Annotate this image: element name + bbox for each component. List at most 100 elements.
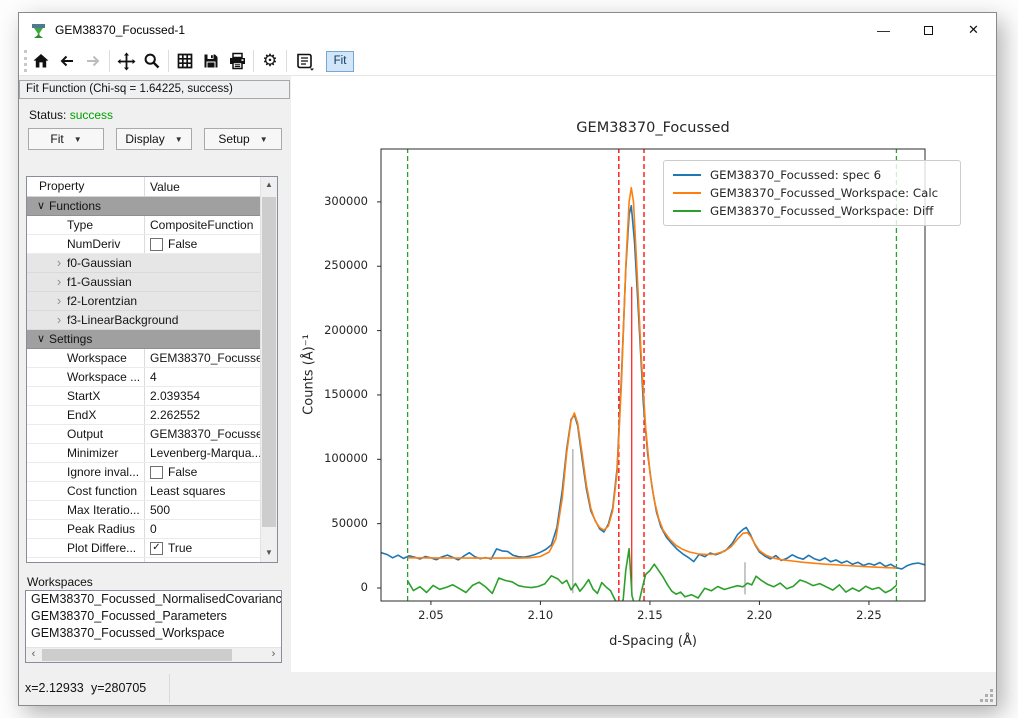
property-value[interactable]: 500: [144, 501, 260, 519]
property-value[interactable]: 2.262552: [144, 406, 260, 424]
scroll-right-icon[interactable]: ›: [266, 648, 281, 662]
forward-button[interactable]: [80, 49, 106, 73]
property-value-text: CompositeFunction: [150, 216, 253, 234]
status-bar: x=2.12933 y=280705: [19, 672, 996, 705]
property-row[interactable]: ∨Functions: [27, 197, 260, 216]
title-bar[interactable]: GEM38370_Focussed-1 — ✕: [19, 13, 996, 47]
resize-grip[interactable]: [980, 689, 993, 702]
property-row[interactable]: Peak Radius0: [27, 520, 260, 539]
property-value-text: 500: [150, 501, 170, 519]
property-value[interactable]: Least squares: [144, 482, 260, 500]
property-value[interactable]: Levenberg-Marqua...: [144, 444, 260, 462]
property-name: Output: [27, 425, 144, 443]
cursor-y-readout: y=280705: [91, 681, 146, 695]
workspaces-list[interactable]: GEM38370_Focussed_NormalisedCovarianceMa…: [25, 590, 282, 663]
property-name: Max Iteratio...: [27, 501, 144, 519]
property-row[interactable]: EndX2.262552: [27, 406, 260, 425]
print-button[interactable]: [224, 49, 250, 73]
fit-property-browser: Fit Function (Chi-sq = 1.64225, success)…: [19, 76, 291, 672]
workspace-list-item[interactable]: GEM38370_Focussed_NormalisedCovarianceMa: [26, 591, 281, 608]
property-name: StartX: [27, 387, 144, 405]
property-row[interactable]: Ignore inval...False: [27, 463, 260, 482]
property-row[interactable]: ›f3-LinearBackground: [27, 311, 260, 330]
chevron-down-icon: ▼: [260, 135, 268, 144]
pan-button[interactable]: [113, 49, 139, 73]
fit-toggle-button[interactable]: Fit: [326, 51, 354, 72]
toolbar-separator: [286, 50, 287, 72]
toolbar-separator: [168, 50, 169, 72]
script-icon: [294, 52, 316, 71]
property-value[interactable]: False: [144, 463, 260, 481]
property-value[interactable]: False: [144, 235, 260, 253]
x-tick-label: 2.05: [407, 608, 455, 622]
home-icon: [32, 52, 50, 70]
checkbox-unchecked-icon[interactable]: [150, 238, 163, 251]
scroll-left-icon[interactable]: ‹: [26, 648, 41, 662]
property-row[interactable]: WorkspaceGEM38370_Focussed: [27, 349, 260, 368]
property-value[interactable]: GEM38370_Focussed: [144, 349, 260, 367]
workspace-list-item[interactable]: GEM38370_Focussed_Parameters: [26, 608, 281, 625]
property-row[interactable]: NumDerivFalse: [27, 235, 260, 254]
maximize-button[interactable]: [906, 13, 951, 47]
property-value[interactable]: CompositeFunction: [144, 216, 260, 234]
property-value[interactable]: 0: [144, 520, 260, 538]
scroll-up-icon[interactable]: ▲: [261, 177, 277, 194]
property-name: f3-LinearBackground: [27, 311, 260, 329]
plot-canvas[interactable]: GEM38370_Focussed Counts (Å)⁻¹ d-Spacing…: [291, 76, 996, 672]
zoom-button[interactable]: [139, 49, 165, 73]
property-row[interactable]: TypeCompositeFunction: [27, 216, 260, 235]
property-value[interactable]: GEM38370_Focussed: [144, 425, 260, 443]
property-row[interactable]: StartX2.039354: [27, 387, 260, 406]
property-row[interactable]: MinimizerLevenberg-Marqua...: [27, 444, 260, 463]
property-value[interactable]: [144, 558, 260, 562]
workspaces-items: GEM38370_Focussed_NormalisedCovarianceMa…: [26, 591, 281, 642]
property-row[interactable]: ›f2-Lorentzian: [27, 292, 260, 311]
home-button[interactable]: [28, 49, 54, 73]
plot-legend[interactable]: GEM38370_Focussed: spec 6GEM38370_Focuss…: [663, 160, 961, 226]
property-name: Exclude Ra...: [27, 558, 144, 562]
y-tick-label: 300000: [291, 194, 374, 208]
toolbar-separator: [109, 50, 110, 72]
property-row[interactable]: ›f0-Gaussian: [27, 254, 260, 273]
property-table-scrollbar[interactable]: ▲ ▼: [260, 177, 277, 562]
scroll-down-icon[interactable]: ▼: [261, 545, 277, 562]
property-table-body: Property Value ∨FunctionsTypeCompositeFu…: [27, 177, 260, 562]
property-value-text: True: [168, 539, 192, 557]
property-table: Property Value ∨FunctionsTypeCompositeFu…: [26, 176, 278, 563]
property-row[interactable]: Workspace ...4: [27, 368, 260, 387]
fit-function-header[interactable]: Fit Function (Chi-sq = 1.64225, success): [19, 80, 290, 99]
x-tick-label: 2.10: [516, 608, 564, 622]
property-value[interactable]: ✓ True: [144, 539, 260, 557]
property-value[interactable]: 2.039354: [144, 387, 260, 405]
workspaces-hscrollbar[interactable]: ‹ ›: [26, 647, 281, 662]
property-row[interactable]: OutputGEM38370_Focussed: [27, 425, 260, 444]
property-value[interactable]: 4: [144, 368, 260, 386]
property-name: f2-Lorentzian: [27, 292, 260, 310]
checkbox-unchecked-icon[interactable]: [150, 466, 163, 479]
back-button[interactable]: [54, 49, 80, 73]
forward-arrow-icon: [84, 52, 102, 70]
property-row[interactable]: ›f1-Gaussian: [27, 273, 260, 292]
scrollbar-thumb[interactable]: [262, 197, 276, 527]
grid-button[interactable]: [172, 49, 198, 73]
setup-menu-label: Setup: [218, 132, 249, 146]
x-tick-label: 2.25: [845, 608, 893, 622]
setup-menu-button[interactable]: Setup ▼: [204, 128, 282, 150]
property-row[interactable]: Plot Differe...✓True: [27, 539, 260, 558]
property-row[interactable]: ∨Settings: [27, 330, 260, 349]
fit-menu-button[interactable]: Fit ▼: [28, 128, 104, 150]
checkbox-checked-icon[interactable]: ✓: [150, 542, 163, 555]
customize-button[interactable]: ⚙: [257, 49, 283, 73]
workspace-list-item[interactable]: GEM38370_Focussed_Workspace: [26, 625, 281, 642]
property-row[interactable]: Exclude Ra...: [27, 558, 260, 562]
property-name: Workspace: [27, 349, 144, 367]
magnifier-icon: [143, 52, 161, 70]
minimize-button[interactable]: —: [861, 13, 906, 47]
display-menu-button[interactable]: Display ▼: [116, 128, 192, 150]
generate-script-button[interactable]: [290, 49, 320, 73]
scrollbar-thumb[interactable]: [42, 649, 232, 661]
property-row[interactable]: Cost functionLeast squares: [27, 482, 260, 501]
property-row[interactable]: Max Iteratio... 500: [27, 501, 260, 520]
close-button[interactable]: ✕: [951, 13, 996, 47]
save-button[interactable]: [198, 49, 224, 73]
